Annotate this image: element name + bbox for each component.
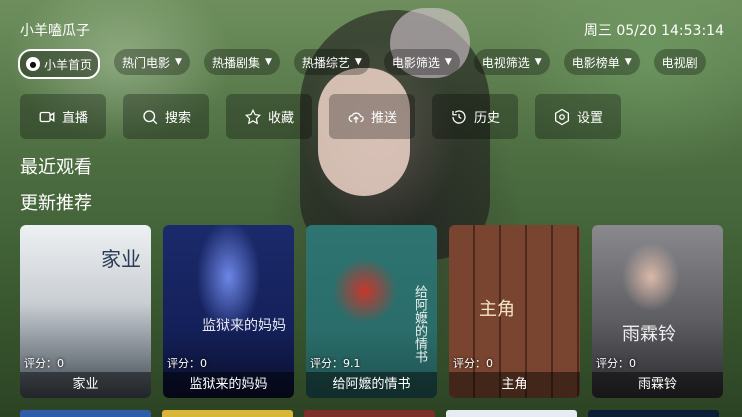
score-label: 评分：9.1 bbox=[310, 357, 361, 370]
menu-item-label: 电影筛选 bbox=[391, 55, 440, 70]
settings-icon bbox=[554, 108, 569, 125]
preview-card[interactable] bbox=[588, 410, 719, 417]
menu-item-variety[interactable]: 热播综艺 ▼ bbox=[293, 49, 370, 75]
next-row-preview bbox=[20, 410, 722, 417]
menu-item-tv-filter[interactable]: 电视筛选 ▼ bbox=[473, 49, 550, 75]
media-card[interactable]: 雨霖铃 评分：0 雨霖铃 bbox=[592, 225, 723, 398]
search-button[interactable]: 搜索 bbox=[123, 94, 209, 139]
menu-item-label: 电视剧 bbox=[661, 55, 698, 70]
filter-icon: ▼ bbox=[175, 57, 182, 67]
menu-item-movie-ranking[interactable]: 电影榜单 ▼ bbox=[563, 49, 640, 75]
card-title: 家业 bbox=[20, 372, 151, 398]
sheep-logo-icon: ● bbox=[26, 57, 40, 71]
menu-item-label: 电影榜单 bbox=[571, 55, 620, 70]
star-icon bbox=[244, 108, 262, 124]
card-title: 给阿嬷的情书 bbox=[306, 372, 437, 398]
action-label: 推送 bbox=[370, 111, 397, 126]
live-camera-icon bbox=[39, 111, 55, 122]
settings-button[interactable]: 设置 bbox=[535, 94, 621, 139]
media-card[interactable]: 监狱来的妈妈 评分：0 监狱来的妈妈 bbox=[163, 225, 294, 398]
poster-title-art: 主角 bbox=[479, 299, 515, 320]
media-card[interactable]: 主角 评分：0 主角 bbox=[449, 225, 580, 398]
preview-card[interactable] bbox=[162, 410, 293, 417]
menu-item-label: 小羊首页 bbox=[44, 57, 93, 72]
menu-item-label: 热门电影 bbox=[122, 55, 171, 70]
filter-icon: ▼ bbox=[534, 57, 542, 67]
preview-card[interactable] bbox=[20, 410, 151, 417]
menu-item-hot-movies[interactable]: 热门电影 ▼ bbox=[114, 49, 190, 75]
cloud-upload-icon bbox=[348, 112, 364, 123]
poster-title-art: 雨霖铃 bbox=[622, 324, 676, 345]
updates-section-title: 更新推荐 bbox=[20, 193, 92, 214]
score-label: 评分：0 bbox=[167, 357, 207, 370]
score-label: 评分：0 bbox=[453, 357, 493, 370]
history-icon bbox=[452, 109, 466, 124]
action-label: 直播 bbox=[61, 111, 88, 126]
menu-item-home[interactable]: ● 小羊首页 bbox=[18, 49, 101, 79]
card-title: 监狱来的妈妈 bbox=[163, 372, 294, 398]
action-label: 设置 bbox=[576, 111, 603, 126]
menu-item-label: 热播剧集 bbox=[211, 55, 260, 70]
card-title: 主角 bbox=[449, 372, 580, 398]
menu-item-tv-series[interactable]: 电视剧 bbox=[653, 49, 706, 75]
filter-icon: ▼ bbox=[264, 57, 272, 67]
menu-item-hot-series[interactable]: 热播剧集 ▼ bbox=[203, 49, 280, 75]
poster-title-art: 给阿嬷的情书 bbox=[412, 285, 427, 363]
action-label: 搜索 bbox=[164, 111, 191, 126]
menu-item-movie-filter[interactable]: 电影筛选 ▼ bbox=[383, 49, 460, 75]
top-menu: ● 小羊首页 热门电影 ▼ 热播剧集 ▼ 热播综艺 ▼ 电影筛选 ▼ 电视筛选 ▼ 电影榜… bbox=[18, 49, 706, 79]
action-label: 收藏 bbox=[267, 111, 294, 126]
filter-icon: ▼ bbox=[444, 57, 452, 67]
score-label: 评分：0 bbox=[24, 357, 64, 370]
media-card[interactable]: 家业 评分：0 家业 bbox=[20, 225, 151, 398]
push-button[interactable]: 推送 bbox=[329, 94, 415, 139]
action-label: 历史 bbox=[473, 111, 500, 126]
filter-icon: ▼ bbox=[354, 57, 362, 67]
card-title: 雨霖铃 bbox=[592, 372, 723, 398]
score-label: 评分：0 bbox=[596, 357, 636, 370]
menu-item-label: 热播综艺 bbox=[301, 55, 350, 70]
app-title: 小羊嗑瓜子 bbox=[20, 23, 90, 39]
search-icon bbox=[143, 109, 158, 124]
clock: 周三 05/20 14:53:14 bbox=[583, 23, 724, 39]
favorites-button[interactable]: 收藏 bbox=[226, 94, 312, 139]
preview-card[interactable] bbox=[304, 410, 435, 417]
filter-icon: ▼ bbox=[624, 57, 632, 67]
poster-title-art: 家业 bbox=[101, 247, 141, 271]
history-button[interactable]: 历史 bbox=[432, 94, 518, 139]
live-button[interactable]: 直播 bbox=[20, 94, 106, 139]
poster-title-art: 监狱来的妈妈 bbox=[202, 318, 286, 334]
recent-section-title: 最近观看 bbox=[20, 157, 92, 178]
menu-item-label: 电视筛选 bbox=[481, 55, 530, 70]
preview-card[interactable] bbox=[446, 410, 577, 417]
media-card[interactable]: 给阿嬷的情书 评分：9.1 给阿嬷的情书 bbox=[306, 225, 437, 398]
